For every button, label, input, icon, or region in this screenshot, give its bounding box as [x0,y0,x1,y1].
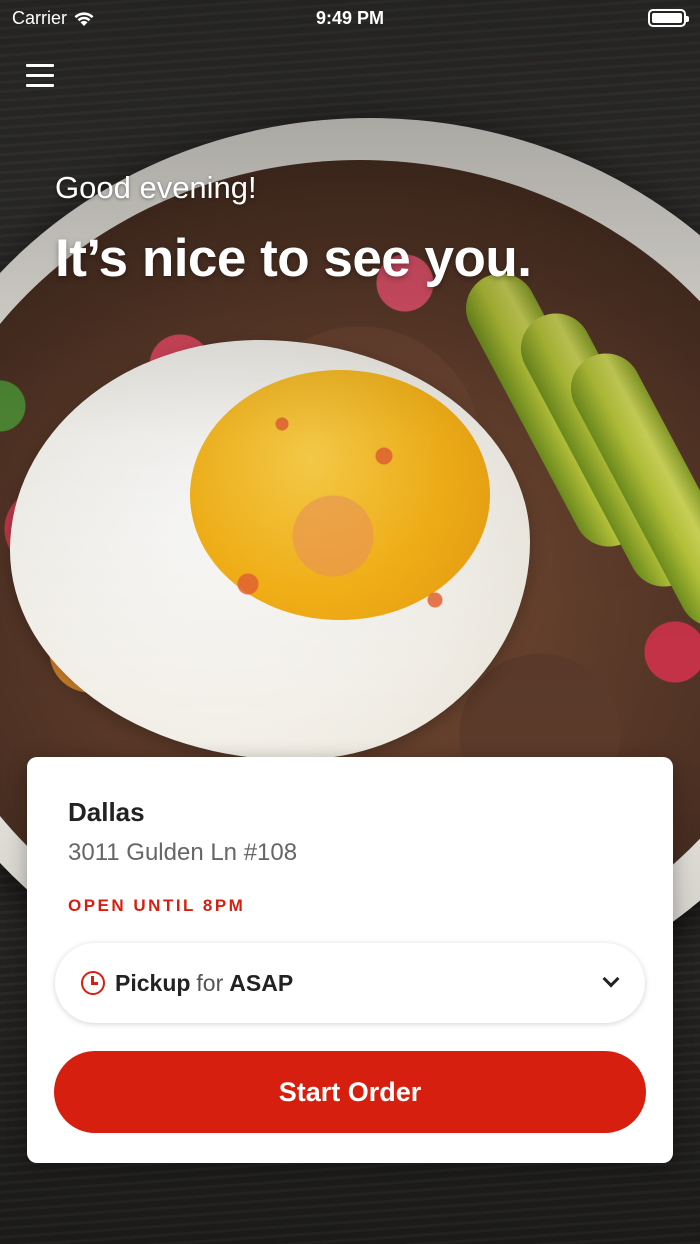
headline-text: It’s nice to see you. [55,229,532,288]
menu-icon[interactable] [26,64,56,92]
order-time: ASAP [229,969,294,996]
status-time: 9:49 PM [315,8,385,28]
store-name: Dallas [68,797,145,827]
order-mode: Pickup [115,969,191,996]
battery-icon [648,9,689,27]
order-type-selector[interactable]: Pickup for ASAP [55,943,645,1023]
greeting-text: Good evening! [55,170,257,205]
store-hours: OPEN UNTIL 8PM [68,896,246,915]
battery-level [652,13,682,23]
order-connector: for [196,969,224,996]
start-order-button[interactable]: Start Order [54,1051,646,1133]
chevron-down-icon [602,970,620,988]
order-type-label: Pickup for ASAP [115,970,293,997]
store-card: Dallas 3011 Gulden Ln #108 OPEN UNTIL 8P… [27,757,673,1163]
clock-icon [81,971,105,995]
store-address: 3011 Gulden Ln #108 [68,839,298,866]
status-bar: Carrier 9:49 PM [0,0,700,38]
